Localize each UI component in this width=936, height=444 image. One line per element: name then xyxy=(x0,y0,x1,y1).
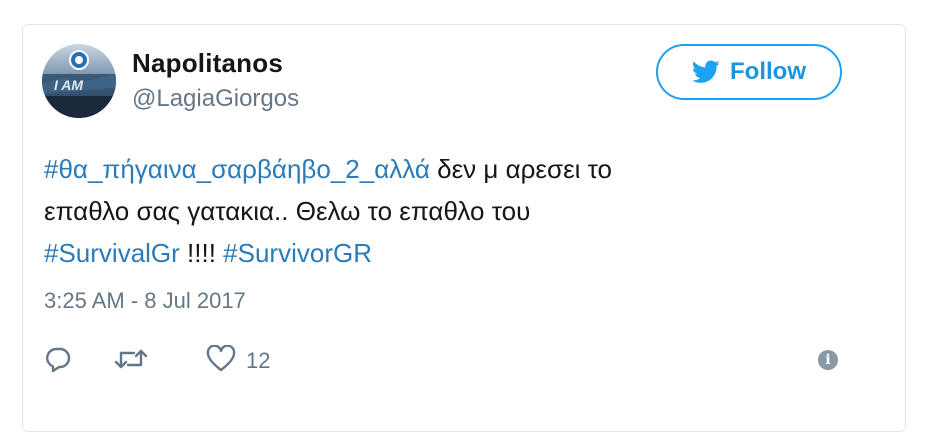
avatar[interactable]: I AM xyxy=(42,44,116,118)
reply-button[interactable] xyxy=(44,346,72,376)
like-count: 12 xyxy=(246,348,271,373)
svg-text:I AM: I AM xyxy=(54,77,83,93)
info-icon[interactable]: i xyxy=(818,350,838,370)
follow-button[interactable]: Follow xyxy=(656,44,842,100)
tweet-text-segment: !!!! xyxy=(179,238,224,268)
twitter-bird-icon xyxy=(692,60,720,84)
tweet-text-line-3: #SurvivalGr !!!! #SurvivorGR xyxy=(44,232,834,274)
follow-label: Follow xyxy=(730,58,806,85)
heart-icon xyxy=(206,343,236,378)
tweet-text-line-1: #θα_πήγαινα_σαρβάηβο_2_αλλά δεν μ αρεσει… xyxy=(44,148,834,190)
like-button[interactable]: 12 xyxy=(206,343,271,378)
retweet-button[interactable] xyxy=(114,346,148,376)
author-name[interactable]: Napolitanos xyxy=(132,48,283,79)
reply-icon xyxy=(44,345,72,378)
tweet-text: #θα_πήγαινα_σαρβάηβο_2_αλλά δεν μ αρεσει… xyxy=(44,148,834,274)
hashtag-link[interactable]: #SurvivalGr xyxy=(44,238,180,268)
avatar-image: I AM xyxy=(42,44,116,118)
retweet-icon xyxy=(114,345,148,378)
tweet-text-line-2: επαθλο σας γατακια.. Θελω το επαθλο του xyxy=(44,196,531,226)
tweet-text-segment: δεν μ αρεσει το xyxy=(429,154,613,184)
hashtag-link[interactable]: #θα_πήγαινα_σαρβάηβο_2_αλλά xyxy=(44,154,430,184)
tweet-timestamp[interactable]: 3:25 AM - 8 Jul 2017 xyxy=(44,288,246,314)
author-handle[interactable]: @LagiaGiorgos xyxy=(132,85,299,113)
hashtag-link[interactable]: #SurvivorGR xyxy=(223,238,372,268)
